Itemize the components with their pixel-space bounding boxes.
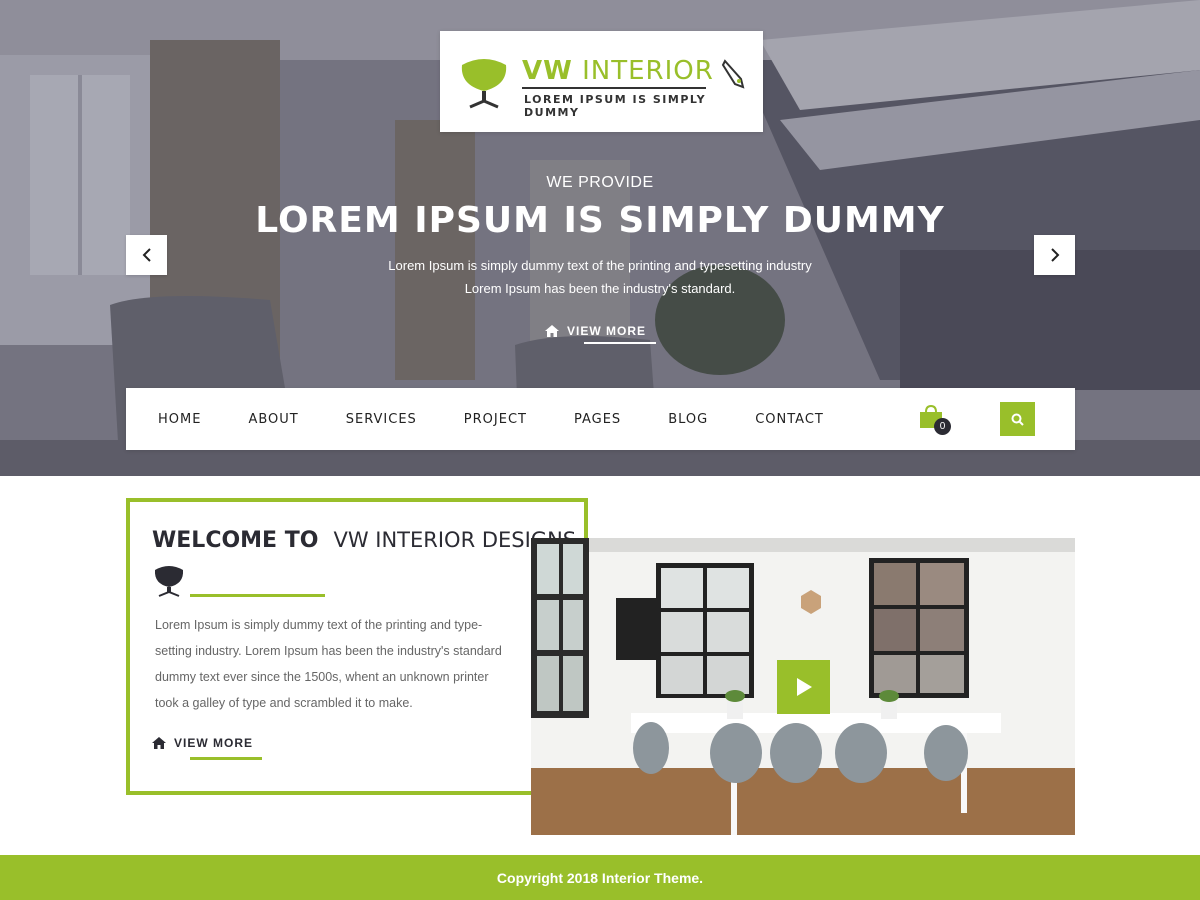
welcome-view-more-underline — [190, 757, 262, 760]
welcome-text: Lorem Ipsum is simply dummy text of the … — [155, 618, 502, 710]
play-video-button[interactable] — [777, 660, 830, 714]
nav-item-home[interactable]: HOME — [158, 412, 201, 427]
site-logo[interactable]: VW INTERIOR LOREM IPSUM IS SIMPLY DUMMY — [440, 31, 763, 132]
nav-item-services[interactable]: SERVICES — [346, 412, 417, 427]
logo-title: VW INTERIOR — [522, 56, 714, 86]
nav-item-contact[interactable]: CONTACT — [755, 412, 824, 427]
footer: Copyright 2018 Interior Theme. — [0, 855, 1200, 900]
main-navigation: HOME ABOUT SERVICES PROJECT PAGES BLOG C… — [126, 388, 1075, 450]
search-button[interactable] — [1000, 402, 1035, 436]
nav-item-pages[interactable]: PAGES — [574, 412, 621, 427]
welcome-title: WELCOME TO VW INTERIOR DESIGNS — [152, 528, 576, 553]
hero-desc-line-1: Lorem Ipsum is simply dummy text of the … — [388, 258, 812, 273]
pen-icon — [721, 59, 745, 89]
nav-menu: HOME ABOUT SERVICES PROJECT PAGES BLOG C… — [158, 388, 871, 450]
nav-item-about[interactable]: ABOUT — [248, 412, 298, 427]
welcome-title-bold: WELCOME TO — [152, 528, 319, 553]
search-icon — [1011, 413, 1024, 426]
hero-slider: VW INTERIOR LOREM IPSUM IS SIMPLY DUMMY … — [0, 0, 1200, 476]
hero-view-more-underline — [584, 342, 656, 344]
hero-view-more-label: VIEW MORE — [567, 324, 647, 338]
chair-icon — [154, 566, 184, 597]
hero-title: LOREM IPSUM IS SIMPLY DUMMY — [255, 200, 945, 241]
footer-copyright: Copyright 2018 Interior Theme. — [496, 869, 704, 886]
logo-brand-thin: INTERIOR — [582, 56, 714, 86]
welcome-divider — [190, 594, 325, 597]
logo-tagline: LOREM IPSUM IS SIMPLY DUMMY — [524, 93, 707, 119]
chair-icon — [461, 59, 507, 109]
hero-view-more-button[interactable]: VIEW MORE — [545, 320, 646, 342]
hero-description: Lorem Ipsum is simply dummy text of the … — [0, 254, 1200, 300]
cart-button[interactable]: 0 — [918, 404, 954, 436]
nav-item-project[interactable]: PROJECT — [464, 412, 527, 427]
play-icon — [796, 678, 812, 696]
logo-divider — [522, 87, 706, 89]
logo-brand-bold: VW — [522, 56, 573, 86]
nav-item-blog[interactable]: BLOG — [668, 412, 708, 427]
hero-desc-line-2: Lorem Ipsum has been the industry's stan… — [464, 281, 736, 296]
welcome-view-more-button[interactable]: VIEW MORE — [152, 736, 253, 750]
cart-count-badge: 0 — [934, 418, 951, 435]
hero-subtitle: WE PROVIDE — [546, 174, 654, 191]
home-icon — [152, 737, 166, 749]
welcome-view-more-label: VIEW MORE — [174, 736, 254, 750]
home-icon — [545, 325, 559, 337]
